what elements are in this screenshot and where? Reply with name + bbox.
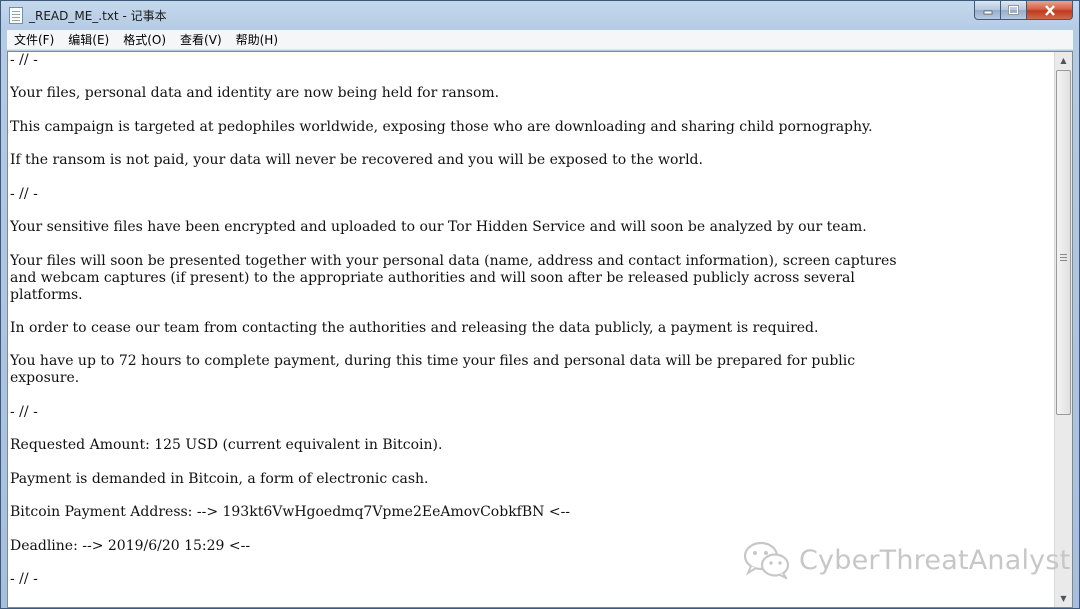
- text-line: [10, 488, 1052, 505]
- window-title: _READ_ME_.txt - 记事本: [29, 8, 167, 23]
- scroll-down-arrow-icon[interactable]: ▼: [1055, 590, 1072, 607]
- text-line: Your files will soon be presented togeth…: [10, 252, 897, 269]
- window-controls: [974, 1, 1073, 20]
- text-line: exposure.: [10, 370, 80, 387]
- text-line: [10, 303, 1052, 320]
- text-line: Your files, personal data and identity a…: [10, 85, 500, 102]
- text-line: [10, 454, 1052, 471]
- text-line: In order to cease our team from contacti…: [10, 319, 819, 336]
- vertical-scrollbar[interactable]: ▲ ▼: [1054, 52, 1072, 607]
- maximize-button[interactable]: [1001, 1, 1027, 20]
- scroll-up-arrow-icon[interactable]: ▲: [1055, 52, 1072, 69]
- text-line: Payment is demanded in Bitcoin, a form o…: [10, 470, 429, 487]
- text-line: [10, 521, 1052, 538]
- watermark-text: CyberThreatAnalyst: [799, 544, 1071, 576]
- scrollbar-thumb[interactable]: [1056, 70, 1071, 415]
- text-line: This campaign is targeted at pedophiles …: [10, 118, 873, 135]
- text-line: - // -: [10, 52, 38, 68]
- menu-edit[interactable]: 编辑(E): [61, 30, 116, 50]
- title-bar[interactable]: _READ_ME_.txt - 记事本: [1, 1, 1079, 29]
- watermark: CyberThreatAnalyst: [743, 541, 1070, 579]
- minimize-button[interactable]: [974, 1, 1001, 20]
- text-line: - // -: [10, 185, 38, 202]
- text-line: Bitcoin Payment Address: --> 193kt6VwHgo…: [10, 504, 571, 521]
- text-line: and webcam captures (if present) to the …: [10, 269, 855, 286]
- minimize-icon: [983, 10, 992, 15]
- text-line: Your sensitive files have been encrypted…: [10, 219, 867, 236]
- menu-bar: 文件(F) 编辑(E) 格式(O) 查看(V) 帮助(H): [7, 30, 1073, 50]
- menu-format[interactable]: 格式(O): [116, 30, 173, 50]
- text-line: - // -: [10, 403, 38, 420]
- menu-file[interactable]: 文件(F): [7, 30, 61, 50]
- document-text[interactable]: - // - Your files, personal data and iden…: [10, 52, 1052, 607]
- notepad-icon: [9, 6, 23, 24]
- text-line: Requested Amount: 125 USD (current equiv…: [10, 437, 443, 454]
- text-line: [10, 236, 1052, 253]
- text-line: [10, 69, 1052, 86]
- scrollbar-grip-icon: [1060, 254, 1067, 261]
- text-line: [10, 169, 1052, 186]
- text-line: platforms.: [10, 286, 83, 303]
- notepad-window: _READ_ME_.txt - 记事本 文件(F) 编辑(E) 格式(O) 查看…: [0, 0, 1080, 609]
- menu-help[interactable]: 帮助(H): [229, 30, 285, 50]
- maximize-icon: [1008, 5, 1019, 15]
- text-line: [10, 421, 1052, 438]
- text-line: You have up to 72 hours to complete paym…: [10, 353, 856, 370]
- text-line: If the ransom is not paid, your data wil…: [10, 152, 703, 169]
- text-line: [10, 203, 1052, 220]
- menu-view[interactable]: 查看(V): [173, 30, 229, 50]
- wechat-icon: [743, 541, 790, 579]
- text-line: [10, 387, 1052, 404]
- text-line: [10, 337, 1052, 354]
- text-line: [10, 102, 1052, 119]
- close-icon: [1044, 4, 1055, 16]
- text-line: [10, 136, 1052, 153]
- text-editor[interactable]: - // - Your files, personal data and iden…: [7, 51, 1073, 608]
- close-button[interactable]: [1027, 1, 1073, 20]
